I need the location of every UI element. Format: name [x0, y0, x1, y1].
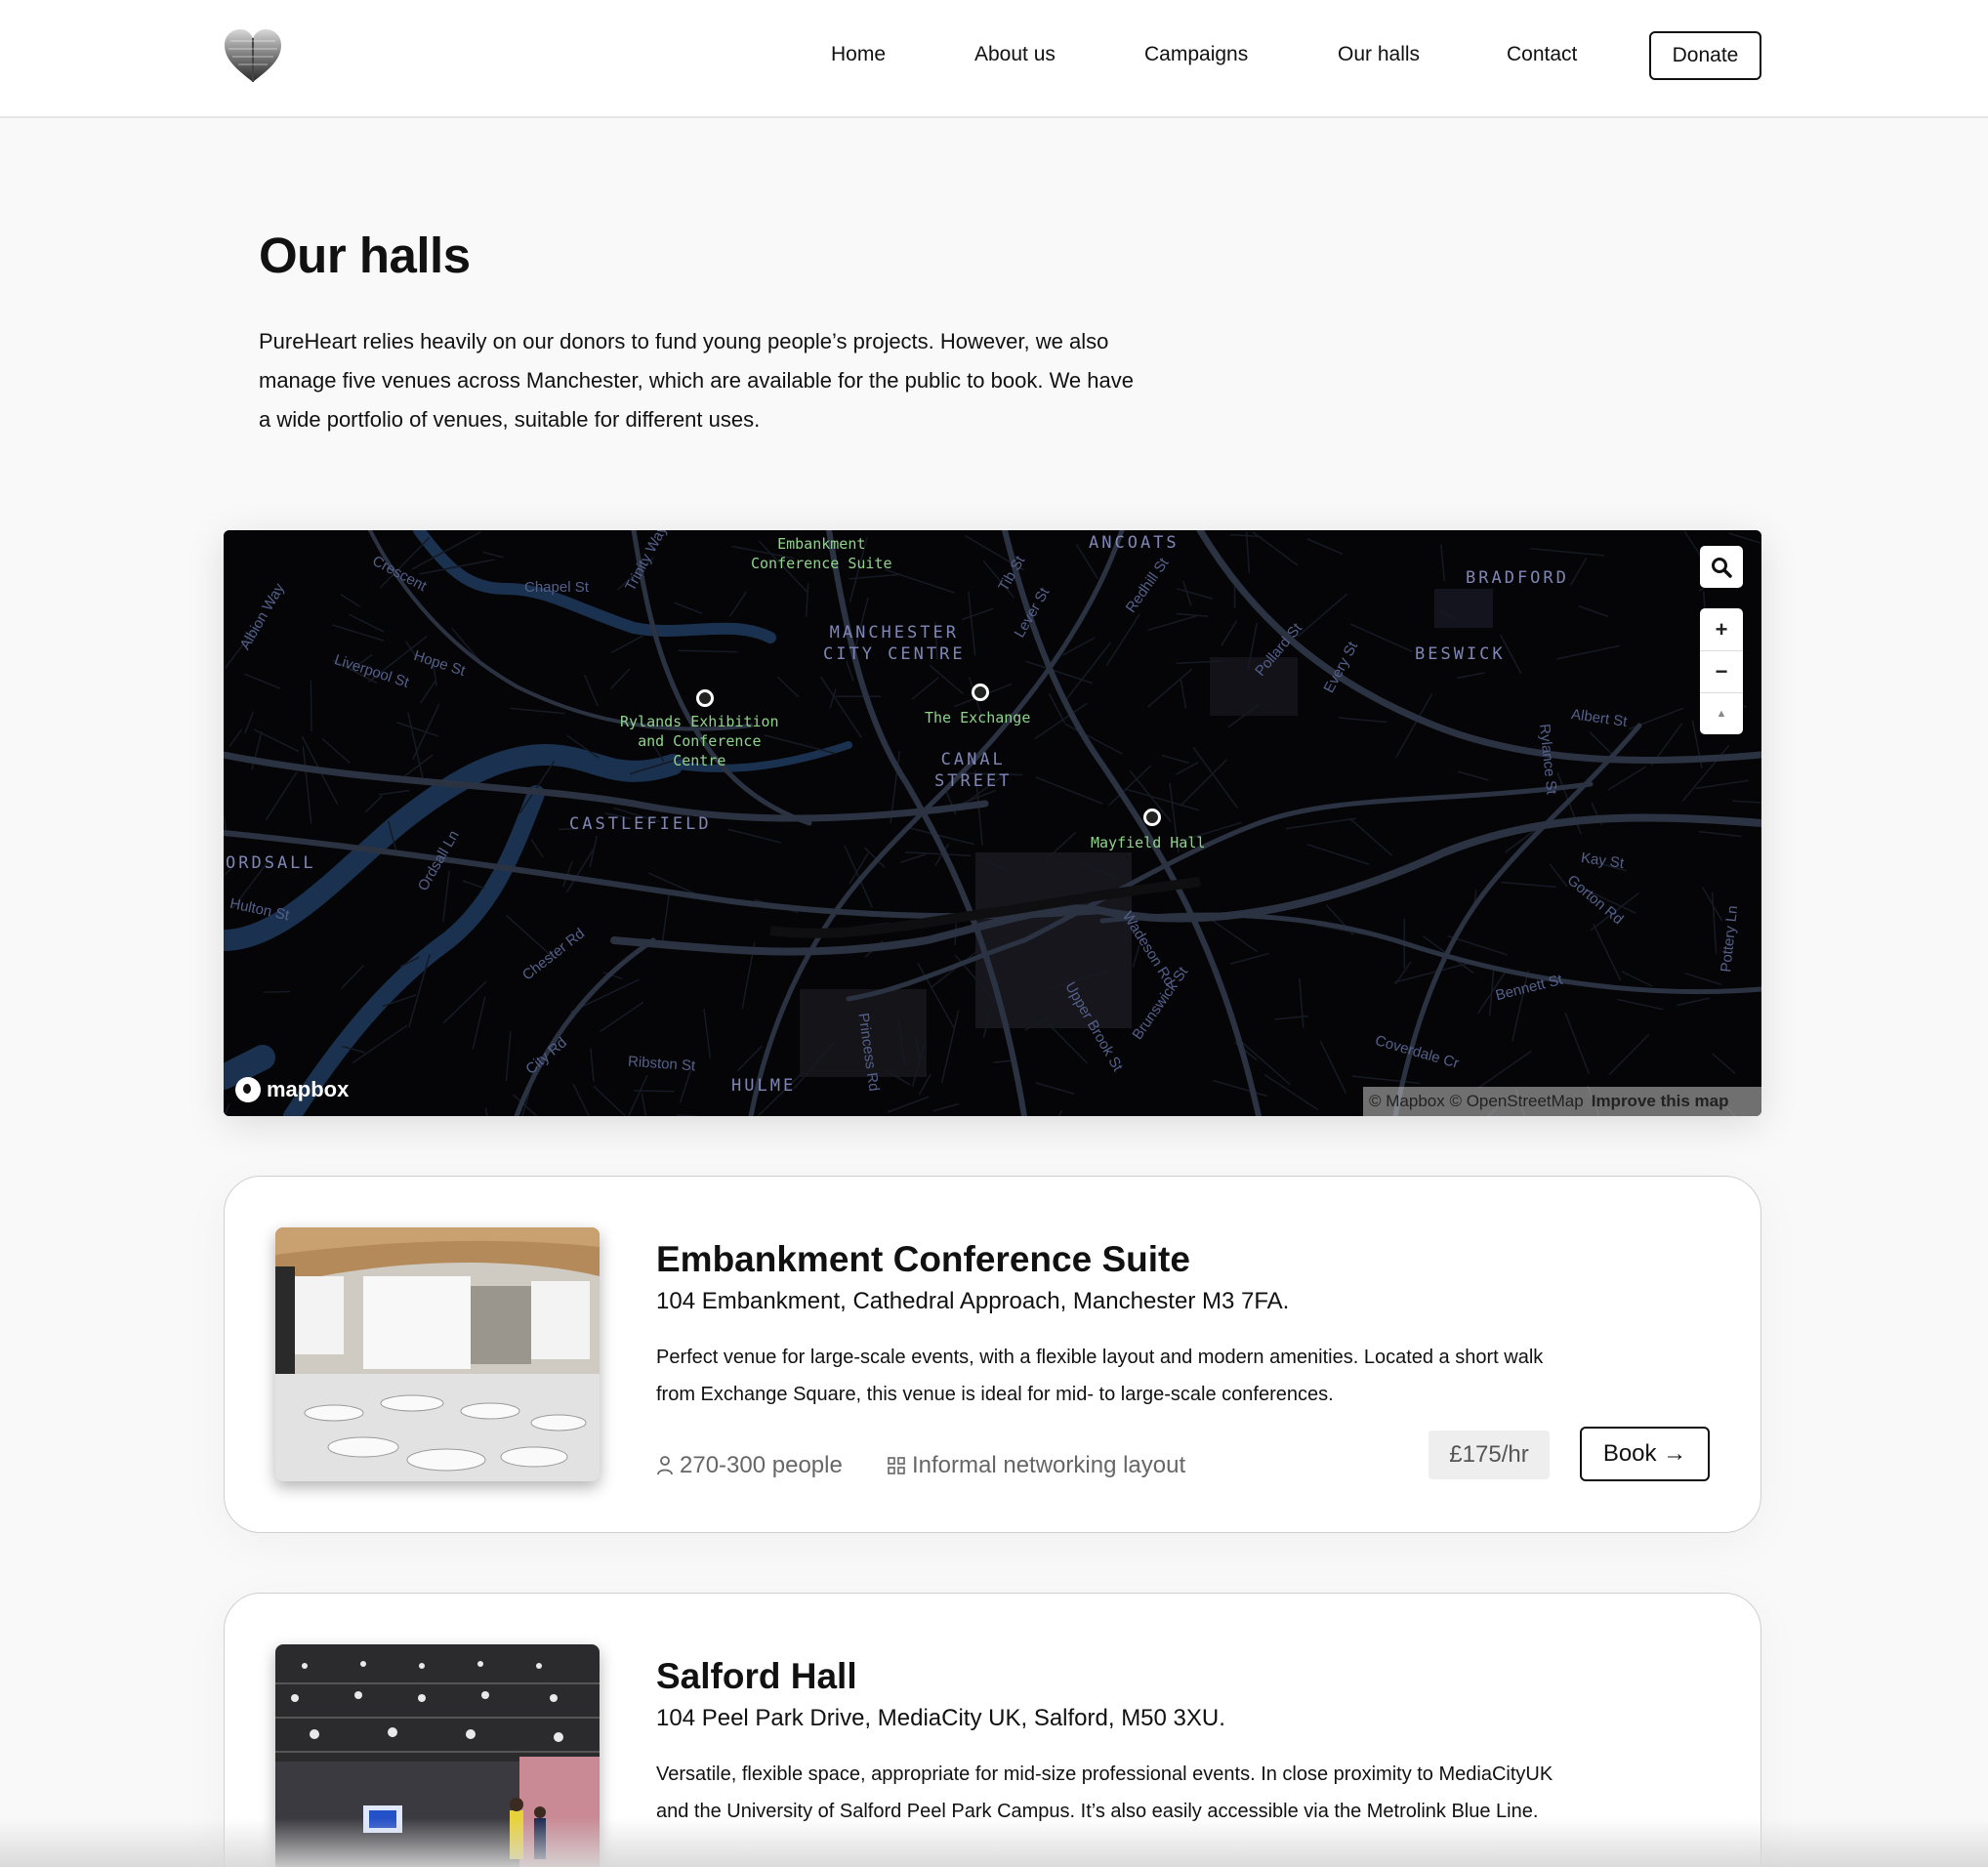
- book-button[interactable]: Book →: [1580, 1427, 1710, 1481]
- hall-address: 104 Embankment, Cathedral Approach, Manc…: [656, 1288, 1290, 1314]
- district-label: ANCOATS: [1089, 533, 1180, 553]
- site-header: Home About us Campaigns Our halls Contac…: [0, 0, 1988, 118]
- hall-description: Perfect venue for large-scale events, wi…: [656, 1347, 1544, 1405]
- street-label: Chapel St: [524, 579, 589, 596]
- map-pin[interactable]: [1143, 809, 1161, 826]
- hall-name: Salford Hall: [656, 1656, 857, 1696]
- hall-name: Embankment Conference Suite: [656, 1239, 1190, 1279]
- hall-layout: Informal networking layout: [887, 1452, 1185, 1479]
- district-label: CASTLEFIELD: [569, 814, 712, 834]
- venue-label-rylands[interactable]: Rylands Exhibition and Conference Centre: [620, 712, 779, 770]
- nav-contact[interactable]: Contact: [1507, 43, 1577, 66]
- donate-button[interactable]: Donate: [1649, 31, 1761, 80]
- improve-map-link[interactable]: Improve this map: [1592, 1092, 1729, 1111]
- hall-capacity: 270-300 people: [656, 1452, 843, 1479]
- grid-layout-icon: [888, 1457, 905, 1474]
- intro-paragraph: PureHeart relies heavily on our donors t…: [259, 329, 1134, 432]
- search-icon[interactable]: [1700, 546, 1743, 588]
- district-label: HULME: [731, 1076, 797, 1096]
- venue-label-embankment[interactable]: Embankment Conference Suite: [751, 534, 892, 573]
- attribution-text[interactable]: © Mapbox © OpenStreetMap: [1369, 1092, 1584, 1111]
- map-pin[interactable]: [696, 689, 714, 707]
- hall-card: Embankment Conference Suite 104 Embankme…: [224, 1176, 1761, 1533]
- map-attribution: © Mapbox © OpenStreetMap Improve this ma…: [1363, 1087, 1761, 1116]
- map-base: [224, 530, 1761, 1116]
- zoom-out-button[interactable]: −: [1700, 650, 1743, 692]
- venue-label-the-exchange[interactable]: The Exchange: [925, 708, 1030, 727]
- capacity-text: 270-300 people: [680, 1452, 843, 1478]
- map-search-control[interactable]: [1700, 546, 1743, 588]
- nav-our-halls[interactable]: Our halls: [1338, 43, 1420, 66]
- hall-photo: [275, 1227, 600, 1481]
- district-label: BRADFORD: [1466, 568, 1569, 588]
- nav-campaigns[interactable]: Campaigns: [1144, 43, 1248, 66]
- compass-icon[interactable]: ▲: [1700, 692, 1743, 734]
- district-label: ORDSALL: [226, 853, 316, 873]
- district-label: MANCHESTER CITY CENTRE: [823, 623, 966, 664]
- price-badge: £175/hr: [1429, 1431, 1550, 1479]
- map-pin[interactable]: [972, 684, 989, 701]
- scroll-fade: [0, 1818, 1988, 1867]
- heart-logo-icon[interactable]: [223, 27, 283, 84]
- layout-text: Informal networking layout: [912, 1452, 1186, 1478]
- district-label: BESWICK: [1415, 644, 1506, 664]
- map-zoom-controls: + − ▲: [1700, 608, 1743, 734]
- nav-home[interactable]: Home: [831, 43, 886, 66]
- venues-map[interactable]: ANCOATS BRADFORD BESWICK MANCHESTER CITY…: [224, 530, 1761, 1116]
- person-icon: [657, 1456, 673, 1475]
- zoom-in-button[interactable]: +: [1700, 608, 1743, 650]
- mapbox-logo-text: mapbox: [267, 1077, 350, 1101]
- page-title: Our halls: [259, 228, 471, 283]
- hall-address: 104 Peel Park Drive, MediaCity UK, Salfo…: [656, 1705, 1225, 1731]
- mapbox-logo[interactable]: mapbox: [235, 1077, 349, 1102]
- mapbox-mark-icon: [235, 1077, 261, 1102]
- district-label: CANAL STREET: [934, 750, 1013, 791]
- venue-label-mayfield-hall[interactable]: Mayfield Hall: [1091, 833, 1205, 852]
- nav-about-us[interactable]: About us: [974, 43, 1056, 66]
